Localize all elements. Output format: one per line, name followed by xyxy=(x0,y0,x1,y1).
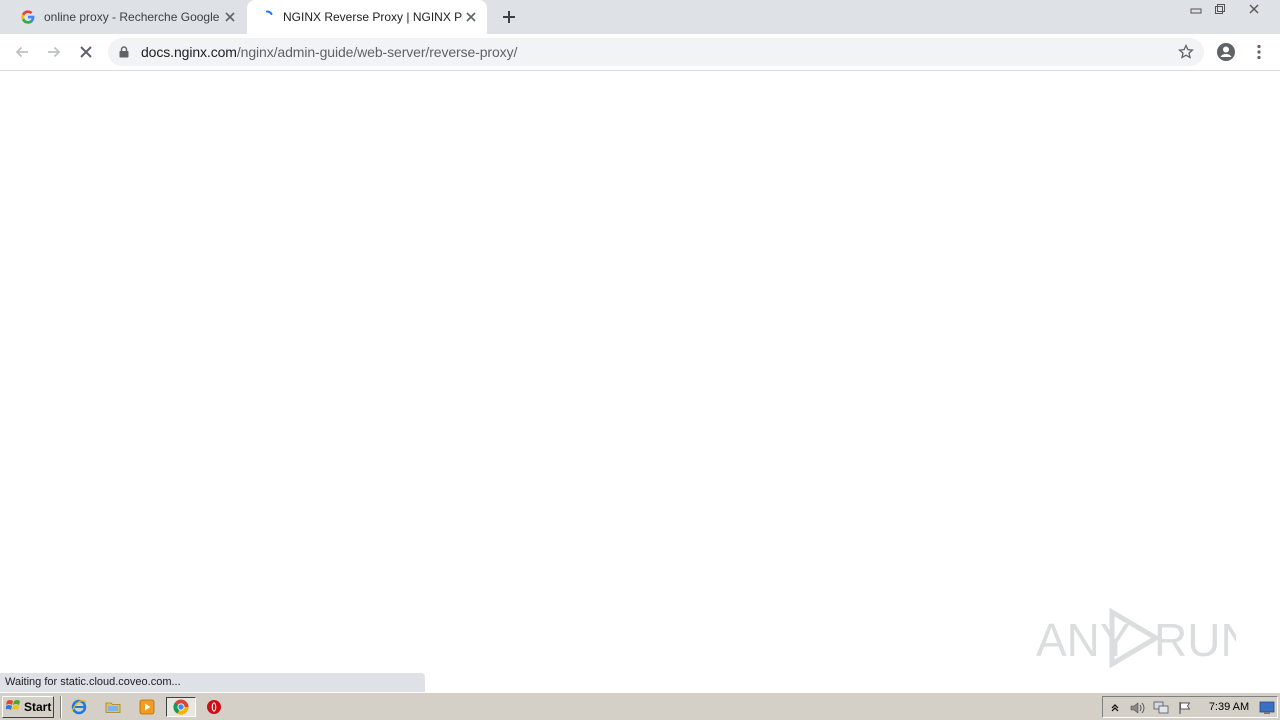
menu-button[interactable] xyxy=(1245,38,1273,66)
chrome-taskbar-button[interactable] xyxy=(166,697,196,717)
restore-icon xyxy=(1215,4,1225,14)
url-path: /nginx/admin-guide/web-server/reverse-pr… xyxy=(236,44,518,60)
action-center-flag-icon[interactable] xyxy=(1177,700,1193,716)
media-player-icon[interactable] xyxy=(136,697,158,717)
back-button[interactable] xyxy=(8,38,36,66)
more-vert-icon xyxy=(1257,44,1261,60)
url-domain: docs.nginx.com xyxy=(141,44,237,60)
stop-loading-button[interactable] xyxy=(72,38,100,66)
close-tab-icon[interactable] xyxy=(463,9,479,25)
tab-strip: online proxy - Recherche Google NGINX Re… xyxy=(0,0,1280,34)
google-g-icon xyxy=(20,9,36,25)
browser-toolbar: docs.nginx.com/nginx/admin-guide/web-ser… xyxy=(0,34,1280,71)
tab-online-proxy[interactable]: online proxy - Recherche Google xyxy=(8,0,246,34)
taskbar-clock[interactable]: 7:39 AM xyxy=(1199,697,1259,717)
tab-nginx-reverse-proxy[interactable]: NGINX Reverse Proxy | NGINX Plus xyxy=(247,0,487,34)
lock-icon[interactable] xyxy=(119,46,133,58)
start-button[interactable]: Start xyxy=(2,696,54,718)
close-icon xyxy=(1249,4,1259,14)
page-content xyxy=(0,72,1280,692)
new-tab-button[interactable] xyxy=(498,6,520,28)
taskbar: Start 7:39 AM xyxy=(0,692,1280,720)
taskbar-separator xyxy=(60,696,62,718)
show-hidden-icons-arrow[interactable] xyxy=(1107,700,1123,716)
start-label: Start xyxy=(24,700,52,714)
address-bar[interactable]: docs.nginx.com/nginx/admin-guide/web-ser… xyxy=(108,38,1204,66)
plus-icon xyxy=(503,11,515,23)
tab-title: NGINX Reverse Proxy | NGINX Plus xyxy=(283,10,463,24)
arrow-right-icon xyxy=(48,46,61,58)
file-explorer-icon[interactable] xyxy=(102,697,124,717)
anyrun-watermark: ANY RUN xyxy=(1036,606,1254,670)
profile-button[interactable] xyxy=(1212,38,1240,66)
network-icon[interactable] xyxy=(1153,700,1169,716)
system-tray: 7:39 AM xyxy=(1102,696,1278,718)
minimize-button[interactable] xyxy=(1184,0,1208,18)
watermark-text-right: RUN xyxy=(1154,614,1236,666)
watermark-text-left: ANY xyxy=(1036,614,1131,666)
loading-spinner-icon xyxy=(259,9,275,25)
opera-icon[interactable] xyxy=(203,697,225,717)
account-circle-icon xyxy=(1217,43,1235,61)
tab-title: online proxy - Recherche Google xyxy=(44,10,220,24)
volume-icon[interactable] xyxy=(1129,700,1145,716)
close-window-button[interactable] xyxy=(1242,0,1266,18)
url-text: docs.nginx.com/nginx/admin-guide/web-ser… xyxy=(141,44,517,60)
minimize-icon xyxy=(1190,8,1202,14)
status-bubble: Waiting for static.cloud.coveo.com... xyxy=(0,673,425,692)
windows-flag-icon xyxy=(5,699,22,716)
bookmark-star-icon[interactable] xyxy=(1178,43,1194,60)
restore-button[interactable] xyxy=(1208,0,1232,18)
arrow-left-icon xyxy=(15,46,28,58)
stop-icon xyxy=(80,46,92,58)
chrome-icon xyxy=(173,699,189,715)
forward-button[interactable] xyxy=(40,38,68,66)
close-tab-icon[interactable] xyxy=(222,9,238,25)
show-desktop-icon[interactable] xyxy=(1259,700,1275,716)
internet-explorer-icon[interactable] xyxy=(68,697,90,717)
